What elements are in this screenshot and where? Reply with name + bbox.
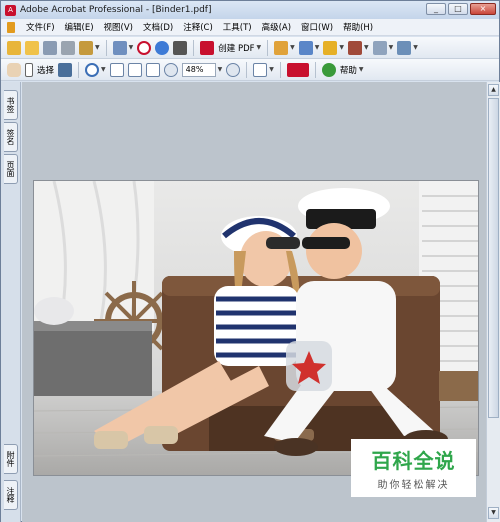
- review-icon[interactable]: [397, 40, 412, 55]
- vertical-scrollbar[interactable]: ▲ ▼: [486, 82, 500, 522]
- acrobat-window: A Adobe Acrobat Professional - [Binder1.…: [0, 0, 500, 522]
- create-pdf-icon[interactable]: [200, 40, 215, 55]
- save-icon[interactable]: [43, 40, 57, 55]
- toolbar-separator: [279, 61, 281, 78]
- chevron-down-icon[interactable]: ▼: [218, 66, 223, 73]
- toolbar-separator: [105, 39, 107, 56]
- tab-pages[interactable]: 页面: [4, 154, 18, 184]
- window-controls: _ □ ×: [426, 3, 496, 15]
- acrobat-app-icon: A: [5, 4, 16, 16]
- print-icon[interactable]: [61, 40, 75, 55]
- pen-icon[interactable]: [348, 40, 363, 55]
- menu-view[interactable]: 视图(V): [99, 21, 138, 33]
- select-tool-label[interactable]: 选择: [37, 64, 54, 76]
- create-pdf-label[interactable]: 创建 PDF: [218, 42, 254, 54]
- pdf-page-image: [33, 180, 479, 476]
- document-menu-icon[interactable]: [7, 21, 15, 33]
- chevron-down-icon[interactable]: ▼: [413, 44, 418, 51]
- chevron-down-icon[interactable]: ▼: [290, 44, 295, 51]
- toolbar-navigation: 选择 ▼ 48% ▼ ▼ 帮助 ▼: [1, 59, 499, 81]
- stamp-icon[interactable]: [137, 40, 152, 55]
- minimize-button[interactable]: _: [426, 3, 446, 15]
- menu-advanced[interactable]: 高级(A): [257, 21, 296, 33]
- watermark-title: 百科全说: [371, 449, 456, 473]
- select-text-icon[interactable]: [25, 62, 33, 77]
- tab-bookmarks[interactable]: 书签: [4, 90, 18, 120]
- toolbar-separator: [246, 61, 248, 78]
- toolbar-separator: [78, 61, 80, 78]
- email-icon[interactable]: [79, 40, 93, 55]
- zoom-out-icon[interactable]: [163, 62, 178, 77]
- lock-icon[interactable]: [323, 40, 338, 55]
- menu-comments[interactable]: 注释(C): [178, 21, 218, 33]
- scroll-thumb[interactable]: [488, 98, 499, 418]
- chevron-down-icon[interactable]: ▼: [101, 66, 106, 73]
- watermark-subtitle: 助你轻松解决: [377, 480, 450, 491]
- rotate-view-icon[interactable]: [253, 62, 268, 77]
- sign-icon[interactable]: [298, 40, 313, 55]
- forms-icon[interactable]: [372, 40, 387, 55]
- photo-children-on-suitcase: [34, 181, 478, 475]
- help-label[interactable]: 帮助: [340, 64, 357, 76]
- fit-width-icon[interactable]: [145, 62, 160, 77]
- comment-icon[interactable]: [274, 40, 289, 55]
- chevron-down-icon[interactable]: ▼: [389, 44, 394, 51]
- snapshot-icon[interactable]: [58, 62, 73, 77]
- binoculars-icon[interactable]: [173, 40, 188, 55]
- open-folder-icon[interactable]: [25, 40, 39, 55]
- globe-icon[interactable]: [155, 40, 170, 55]
- chevron-down-icon[interactable]: ▼: [257, 44, 262, 51]
- hand-tool-icon[interactable]: [7, 62, 21, 77]
- tab-comments[interactable]: 注释: [4, 480, 18, 510]
- toolbar-separator: [267, 39, 269, 56]
- acrobat-online-icon[interactable]: [286, 62, 309, 77]
- navigation-pane: 书签 签名 页面 附件 注释: [1, 82, 21, 522]
- menu-file[interactable]: 文件(F): [21, 21, 60, 33]
- chevron-down-icon[interactable]: ▼: [129, 44, 134, 51]
- menu-help[interactable]: 帮助(H): [338, 21, 378, 33]
- chevron-down-icon[interactable]: ▼: [315, 44, 320, 51]
- zoom-input[interactable]: 48%: [181, 62, 216, 77]
- attach-icon[interactable]: [112, 40, 127, 55]
- maximize-button[interactable]: □: [448, 3, 468, 15]
- watermark-logo: 百科全说 助你轻松解决: [351, 439, 476, 497]
- toolbar-separator: [314, 61, 316, 78]
- actual-size-icon[interactable]: [109, 62, 124, 77]
- scroll-up-arrow-icon[interactable]: ▲: [488, 84, 499, 96]
- menu-window[interactable]: 窗口(W): [296, 21, 338, 33]
- chevron-down-icon[interactable]: ▼: [339, 44, 344, 51]
- menu-edit[interactable]: 编辑(E): [60, 21, 99, 33]
- title-bar: A Adobe Acrobat Professional - [Binder1.…: [1, 1, 499, 19]
- tab-signatures[interactable]: 签名: [4, 122, 18, 152]
- chevron-down-icon[interactable]: ▼: [364, 44, 369, 51]
- close-button[interactable]: ×: [470, 3, 496, 15]
- scroll-down-arrow-icon[interactable]: ▼: [488, 507, 499, 519]
- zoom-in-plus-icon[interactable]: [226, 62, 241, 77]
- help-icon[interactable]: [321, 62, 336, 77]
- toolbar-separator: [193, 39, 195, 56]
- menu-bar: 文件(F) 编辑(E) 视图(V) 文档(D) 注释(C) 工具(T) 高级(A…: [1, 19, 499, 36]
- tab-attachments[interactable]: 附件: [4, 444, 18, 474]
- zoom-in-icon[interactable]: [85, 62, 100, 77]
- create-folder-icon[interactable]: [7, 40, 21, 55]
- fit-page-icon[interactable]: [127, 62, 142, 77]
- menu-document[interactable]: 文档(D): [138, 21, 178, 33]
- window-title: Adobe Acrobat Professional - [Binder1.pd…: [20, 5, 212, 15]
- chevron-down-icon[interactable]: ▼: [95, 44, 100, 51]
- chevron-down-icon[interactable]: ▼: [269, 66, 274, 73]
- chevron-down-icon[interactable]: ▼: [359, 66, 364, 73]
- toolbar-file: ▼ ▼ 创建 PDF ▼ ▼ ▼ ▼ ▼ ▼ ▼: [1, 37, 499, 59]
- menu-tools[interactable]: 工具(T): [218, 21, 257, 33]
